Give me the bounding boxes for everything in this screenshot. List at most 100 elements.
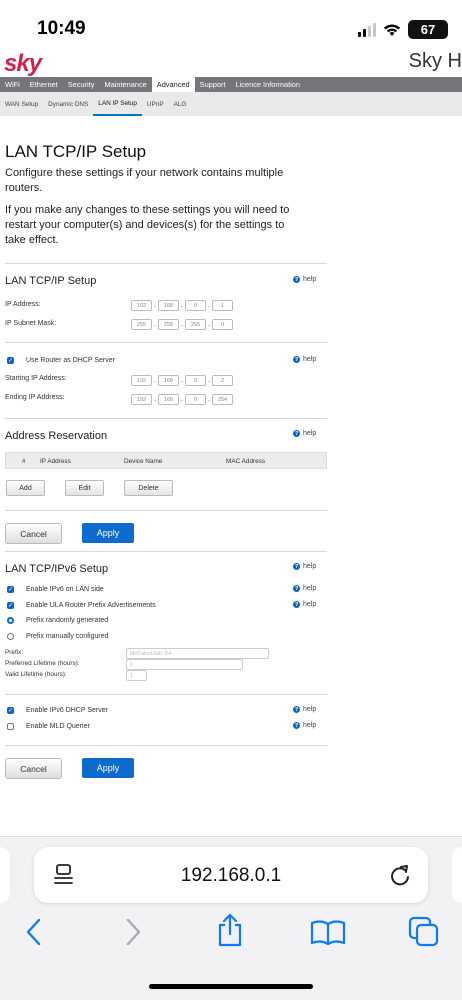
nav-advanced[interactable]: Advanced [151, 77, 195, 92]
start-octet-2[interactable]: 168 [158, 375, 179, 386]
mld-querier-checkbox[interactable] [7, 723, 14, 730]
ending-ip-label: Ending IP Address: [5, 394, 65, 401]
help-icon: ? [293, 430, 300, 437]
help-icon: ? [293, 563, 300, 570]
apply-button[interactable]: Apply [82, 758, 134, 778]
nav-ethernet[interactable]: Ethernet [25, 77, 63, 92]
preferred-lifetime-input[interactable]: 1 [126, 659, 243, 670]
subnav-lan-ip-setup[interactable]: LAN IP Setup [93, 92, 142, 116]
intro-text-1: Configure these settings if your network… [5, 167, 284, 194]
tabs-icon[interactable] [408, 916, 440, 948]
preferred-lifetime-label: Preferred Lifetime (hours): [5, 660, 80, 667]
end-octet-1[interactable]: 192 [131, 394, 152, 405]
subnav-wan-setup[interactable]: WAN Setup [0, 92, 43, 116]
help-link[interactable]: ? help [293, 706, 316, 713]
reload-icon[interactable] [389, 863, 411, 887]
divider [5, 694, 327, 695]
help-link[interactable]: ? help [293, 722, 316, 729]
bookmarks-icon[interactable] [310, 919, 346, 945]
subnav-upnp[interactable]: UPnP [142, 92, 169, 116]
ip-address-field: 192. 168. 0. 1 [131, 300, 233, 311]
battery-icon: 67 [408, 20, 448, 39]
end-octet-4[interactable]: 254 [212, 394, 233, 405]
start-octet-3[interactable]: 0 [185, 375, 206, 386]
nav-support[interactable]: Support [195, 77, 231, 92]
mask-octet-2[interactable]: 255 [158, 319, 179, 330]
ipv6-dhcp-checkbox[interactable]: ✓ [7, 707, 14, 714]
help-link[interactable]: ? help [293, 601, 316, 608]
enable-ipv6-lan-label: Enable IPv6 on LAN side [26, 586, 104, 593]
prefix-manual-label: Prefix manually configured [26, 633, 109, 640]
enable-ipv6-lan-checkbox[interactable]: ✓ [7, 586, 14, 593]
ipv6-section-title: LAN TCP/IPv6 Setup [5, 563, 109, 575]
help-icon: ? [293, 356, 300, 363]
prefix-random-label: Prefix randomly generated [26, 617, 109, 624]
enable-ula-label: Enable ULA Router Prefix Advertisements [26, 602, 156, 609]
ip-octet-2[interactable]: 168 [158, 300, 179, 311]
status-icons: 67 [358, 20, 448, 39]
mask-octet-3[interactable]: 255 [185, 319, 206, 330]
share-icon[interactable] [216, 913, 244, 947]
divider [5, 418, 327, 419]
mask-octet-4[interactable]: 0 [212, 319, 233, 330]
col-ip-address: IP Address [40, 458, 71, 465]
divider [5, 510, 327, 511]
brand-title: Sky H [408, 50, 462, 72]
intro-text-2: If you make any changes to these setting… [5, 204, 290, 246]
sky-logo: sky [4, 50, 42, 77]
help-link[interactable]: ? help [293, 563, 316, 570]
prefix-random-radio[interactable] [7, 617, 14, 624]
divider [5, 745, 327, 746]
enable-ula-checkbox[interactable]: ✓ [7, 602, 14, 609]
help-link[interactable]: ? help [293, 585, 316, 592]
mld-querier-label: Enable MLD Querier [26, 723, 90, 730]
help-icon: ? [293, 276, 300, 283]
cancel-button[interactable]: Cancel [5, 758, 62, 779]
nav-maintenance[interactable]: Maintenance [99, 77, 151, 92]
col-device-name: Device Name [124, 458, 163, 465]
home-indicator [149, 984, 313, 989]
dhcp-server-checkbox[interactable]: ✓ [7, 357, 14, 364]
ipv6-dhcp-label: Enable IPv6 DHCP Server [26, 707, 108, 714]
nav-security[interactable]: Security [63, 77, 100, 92]
nav-licence-information[interactable]: Licence Information [231, 77, 306, 92]
subnet-mask-label: IP Subnet Mask: [5, 320, 57, 327]
subnav-alg[interactable]: ALG [169, 92, 192, 116]
nav-wifi[interactable]: WiFi [0, 77, 25, 92]
end-octet-3[interactable]: 0 [185, 394, 206, 405]
lan-section-title: LAN TCP/IP Setup [5, 275, 97, 287]
prefix-manual-radio[interactable] [7, 633, 14, 640]
starting-ip-label: Starting IP Address: [5, 375, 67, 382]
help-link[interactable]: ? help [293, 276, 316, 283]
help-link[interactable]: ? help [293, 356, 316, 363]
ip-octet-1[interactable]: 192 [131, 300, 152, 311]
start-octet-4[interactable]: 2 [212, 375, 233, 386]
help-link[interactable]: ? help [293, 430, 316, 437]
sub-nav: WAN Setup Dynamic DNS LAN IP Setup UPnP … [0, 92, 462, 116]
delete-button[interactable]: Delete [124, 480, 173, 496]
ip-octet-4[interactable]: 1 [212, 300, 233, 311]
starting-ip-field: 192. 168. 0. 2 [131, 375, 233, 386]
valid-lifetime-input[interactable]: 1 [126, 670, 147, 681]
dhcp-server-label: Use Router as DHCP Server [26, 357, 115, 364]
divider [5, 551, 327, 552]
help-icon: ? [293, 706, 300, 713]
divider [5, 342, 327, 343]
forward-icon[interactable] [123, 918, 143, 946]
address-reservation-title: Address Reservation [5, 430, 108, 442]
apply-button[interactable]: Apply [82, 523, 134, 543]
back-icon[interactable] [24, 918, 44, 946]
edit-button[interactable]: Edit [65, 480, 104, 496]
cancel-button[interactable]: Cancel [5, 523, 62, 544]
end-octet-2[interactable]: 168 [158, 394, 179, 405]
ip-octet-3[interactable]: 0 [185, 300, 206, 311]
prefix-input[interactable]: fde0:abcd:0ab::/64 [126, 648, 269, 659]
status-time: 10:49 [37, 18, 86, 39]
col-mac-address: MAC Address [226, 458, 266, 465]
col-number: # [22, 458, 26, 465]
subnav-dynamic-dns[interactable]: Dynamic DNS [43, 92, 93, 116]
divider [5, 263, 327, 264]
mask-octet-1[interactable]: 255 [131, 319, 152, 330]
add-button[interactable]: Add [6, 480, 45, 496]
start-octet-1[interactable]: 192 [131, 375, 152, 386]
